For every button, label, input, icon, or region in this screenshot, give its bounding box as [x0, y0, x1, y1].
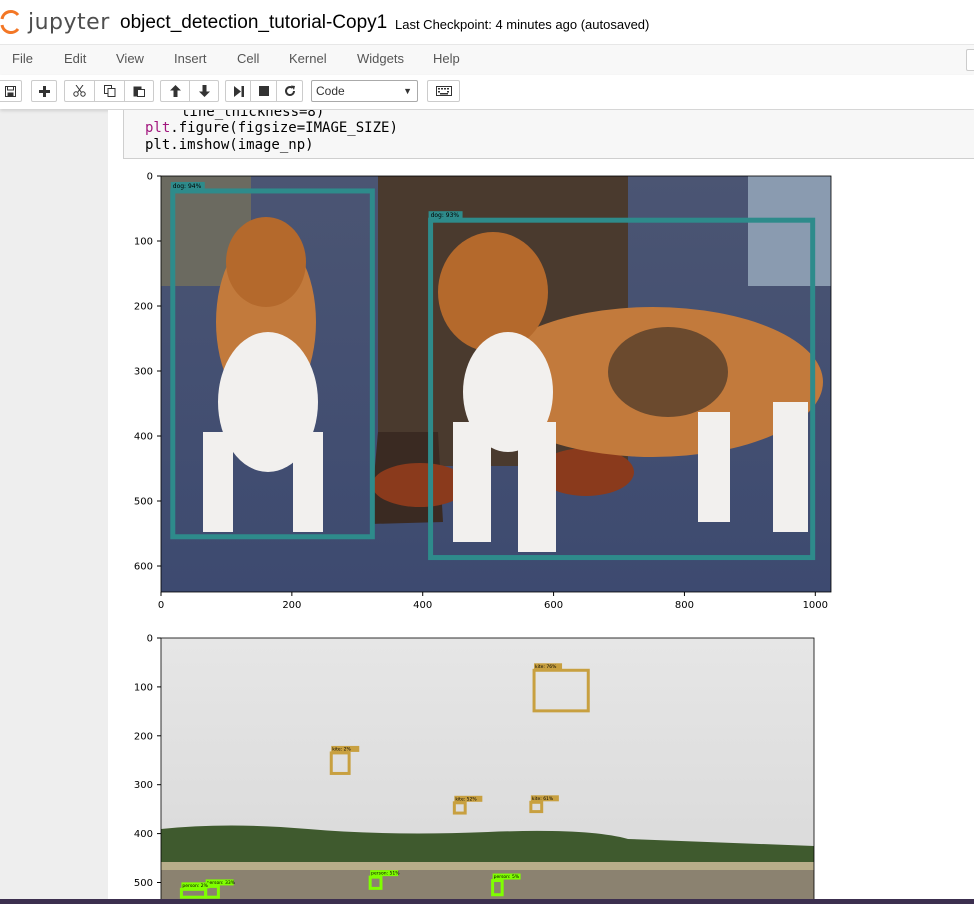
cut-icon [73, 85, 86, 97]
trusted-indicator[interactable] [966, 49, 974, 71]
command-palette-button[interactable] [427, 80, 460, 102]
y-tick-label: 200 [134, 731, 153, 742]
y-tick-label: 200 [134, 302, 153, 313]
save-icon [4, 85, 16, 97]
menu-help[interactable]: Help [433, 51, 460, 66]
y-tick-label: 600 [134, 562, 153, 573]
step-forward-icon [233, 85, 244, 97]
interrupt-button[interactable] [250, 80, 277, 102]
detection-label: kite: 76% [535, 664, 557, 670]
dog-image [161, 176, 831, 592]
detection-label: kite: 2% [332, 746, 351, 752]
code-line-3: plt.imshow(image_np) [145, 137, 314, 153]
jupyter-logo-icon [0, 10, 20, 34]
restart-button[interactable] [276, 80, 303, 102]
detection-label: kite: 61% [532, 796, 554, 802]
run-button[interactable] [225, 80, 251, 102]
x-tick-label: 200 [282, 600, 301, 611]
arrow-down-icon [198, 85, 210, 97]
y-tick-label: 0 [147, 634, 153, 645]
paste-button[interactable] [124, 80, 154, 102]
y-tick-label: 300 [134, 367, 153, 378]
code-cell-input[interactable]: line_thickness=8) plt.figure(figsize=IMA… [123, 110, 974, 159]
detection-label: dog: 93% [431, 212, 460, 219]
code-token-plt: plt [145, 120, 171, 136]
detection-label: person: 5% [494, 874, 520, 880]
save-button[interactable] [0, 80, 22, 102]
y-tick-label: 400 [134, 432, 153, 443]
logo-text: jupyter [28, 9, 110, 35]
plot2-y-axis: 0 100 200 300 400 500 [134, 634, 161, 889]
plus-icon [38, 85, 50, 97]
menu-edit[interactable]: Edit [64, 51, 86, 66]
notebook-container[interactable]: line_thickness=8) plt.figure(figsize=IMA… [108, 110, 974, 904]
code-line-1: line_thickness=8) [181, 110, 325, 120]
code-line-2: plt.figure(figsize=IMAGE_SIZE) [145, 120, 398, 136]
menu-file[interactable]: File [12, 51, 33, 66]
taskbar [0, 899, 974, 904]
plot-dogs: dog: 94% dog: 93% 0 100 200 300 400 500 600 0 20… [134, 172, 832, 611]
menu-insert[interactable]: Insert [174, 51, 207, 66]
y-tick-label: 500 [134, 497, 153, 508]
x-tick-label: 400 [413, 600, 432, 611]
cut-button[interactable] [64, 80, 95, 102]
menu-cell[interactable]: Cell [237, 51, 259, 66]
beach-image [161, 638, 814, 904]
detection-label: person: 2% [182, 883, 208, 889]
x-tick-label: 800 [675, 600, 694, 611]
stop-icon [258, 86, 269, 96]
detection-label: person: 33% [207, 880, 236, 886]
menu-view[interactable]: View [116, 51, 144, 66]
menu-kernel[interactable]: Kernel [289, 51, 327, 66]
x-tick-label: 1000 [803, 600, 828, 611]
copy-icon [103, 85, 115, 97]
checkpoint-status: Last Checkpoint: 4 minutes ago (autosave… [395, 17, 650, 32]
plot1-y-axis: 0 100 200 300 400 500 600 [134, 172, 161, 573]
menu-widgets[interactable]: Widgets [357, 51, 404, 66]
arrow-up-icon [169, 85, 181, 97]
cell-type-select[interactable]: Code ▼ [311, 80, 418, 102]
plot-kites: kite: 76% kite: 2% kite: 52% kite: 61% perso… [134, 634, 815, 904]
y-tick-label: 100 [134, 682, 153, 693]
refresh-icon [284, 85, 295, 97]
detection-label: person: 51% [371, 871, 400, 877]
jupyter-logo[interactable]: jupyter [0, 6, 110, 38]
cell-type-value: Code [316, 84, 345, 98]
notebook-title[interactable]: object_detection_tutorial-Copy1 [120, 12, 387, 34]
detection-label: kite: 52% [455, 796, 477, 802]
y-tick-label: 500 [134, 878, 153, 889]
move-down-button[interactable] [189, 80, 219, 102]
x-tick-label: 600 [544, 600, 563, 611]
y-tick-label: 100 [134, 237, 153, 248]
caret-down-icon: ▼ [403, 86, 412, 96]
insert-cell-button[interactable] [31, 80, 57, 102]
y-tick-label: 300 [134, 780, 153, 791]
detection-label: dog: 94% [173, 183, 202, 190]
menu-bar: File Edit View Insert Cell Kernel Widget… [0, 44, 974, 76]
plot1-x-axis: 0 200 400 600 800 1000 [158, 592, 828, 611]
paste-icon [133, 86, 145, 97]
move-up-button[interactable] [160, 80, 190, 102]
y-tick-label: 0 [147, 172, 153, 183]
notebook-header: jupyter object_detection_tutorial-Copy1 … [0, 0, 974, 44]
keyboard-icon [435, 86, 452, 96]
x-tick-label: 0 [158, 600, 164, 611]
copy-button[interactable] [94, 80, 125, 102]
y-tick-label: 400 [134, 829, 153, 840]
toolbar: Code ▼ [0, 75, 974, 109]
code-token-figure: .figure(figsize=IMAGE_SIZE) [170, 120, 398, 136]
